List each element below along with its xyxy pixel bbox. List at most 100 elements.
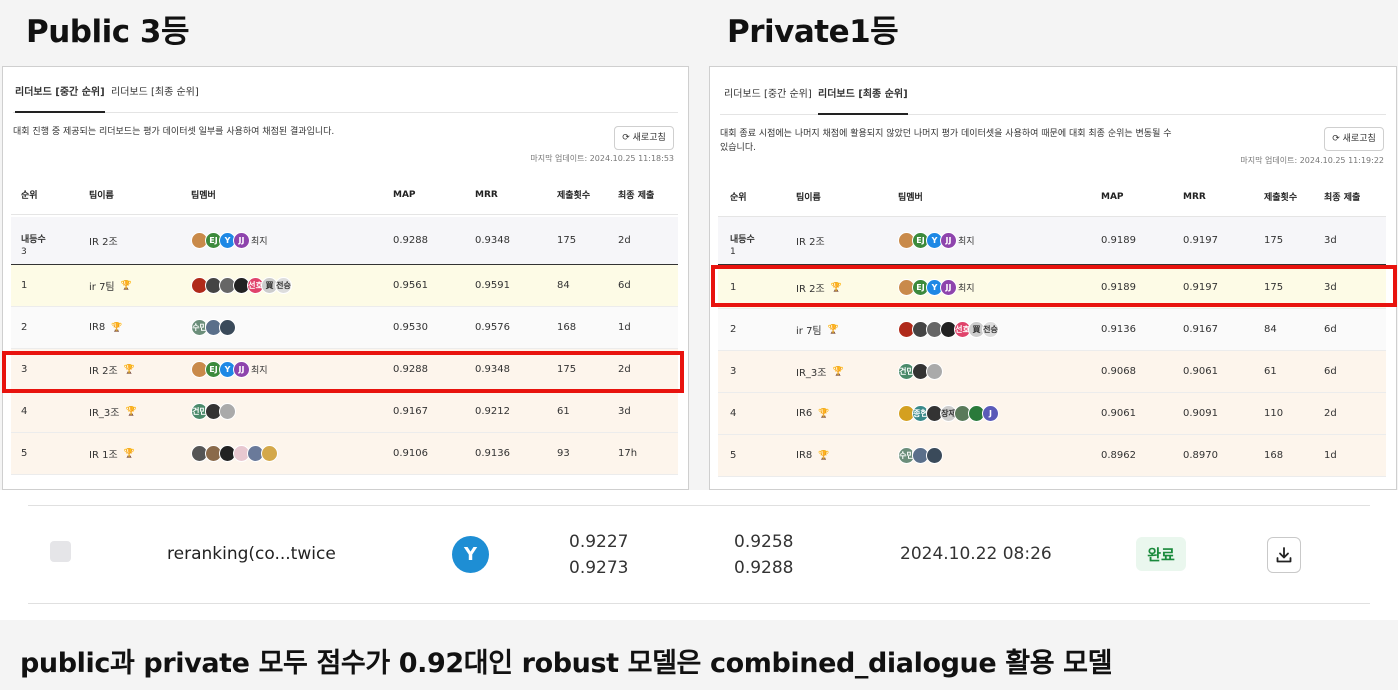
team-members: 건민	[898, 351, 943, 392]
avatar: 전승	[275, 277, 292, 294]
team-members: EJ Y JJ 최지	[898, 217, 975, 264]
col-mrr: MRR	[1183, 191, 1206, 202]
avatar: 전승	[982, 321, 999, 338]
leaderboard-panel-public: 리더보드 [중간 순위] 리더보드 [최종 순위] 대회 진행 중 제공되는 리…	[2, 66, 689, 490]
trophy-icon: 🏆	[818, 450, 830, 461]
last-submission: 17h	[618, 448, 638, 459]
col-map: MAP	[393, 189, 416, 200]
table-header: 순위 팀이름 팀멤버 MAP MRR 제출횟수 최종 제출	[11, 175, 678, 215]
mrr-score: 0.9576	[475, 322, 510, 333]
team-name: IR 2조	[89, 237, 118, 248]
team-name: ir 7팀	[89, 282, 115, 293]
mrr-score: 0.9091	[1183, 408, 1218, 419]
trophy-icon: 🏆	[125, 406, 137, 417]
map-score: 0.9167	[393, 406, 428, 417]
tab-final[interactable]: 리더보드 [최종 순위]	[818, 75, 908, 115]
select-checkbox[interactable]	[50, 541, 71, 562]
my-rank-label: 내등수	[730, 234, 755, 245]
map-score: 0.9189	[1101, 235, 1136, 246]
trophy-icon: 🏆	[832, 366, 844, 377]
mrr-score: 0.9348	[475, 235, 510, 246]
submission-count: 61	[1264, 366, 1277, 377]
table-row: 3 IR_3조 🏆 건민 0.9068 0.9061 61 6d	[718, 351, 1386, 393]
rank: 3	[730, 366, 737, 377]
public-map: 0.9227	[569, 532, 629, 552]
highlight-box-private	[711, 265, 1397, 307]
last-updated: 마지막 업데이트: 2024.10.25 11:19:22	[1240, 156, 1384, 165]
col-rank: 순위	[21, 191, 38, 201]
last-submission: 3d	[1324, 235, 1337, 246]
public-heading: Public 3등	[26, 14, 190, 50]
my-rank-label: 내등수	[21, 234, 46, 245]
col-mrr: MRR	[475, 189, 498, 200]
team-name: IR6	[796, 408, 813, 419]
col-last: 최종 제출	[618, 191, 655, 201]
submission-name[interactable]: reranking(co...twice	[167, 544, 336, 564]
team-name: IR8	[796, 450, 813, 461]
public-mrr: 0.9258	[734, 532, 794, 552]
rank: 1	[21, 280, 28, 291]
tab-final[interactable]: 리더보드 [최종 순위]	[111, 73, 199, 113]
tab-bar: 리더보드 [중간 순위] 리더보드 [최종 순위]	[13, 73, 678, 113]
team-members: 선호 買 전승	[898, 309, 999, 350]
map-score: 0.8962	[1101, 450, 1136, 461]
refresh-button[interactable]: ⟳ 새로고침	[614, 126, 674, 150]
mrr-score: 0.9212	[475, 406, 510, 417]
avatar: J	[982, 405, 999, 422]
submission-count: 93	[557, 448, 570, 459]
submission-count: 61	[557, 406, 570, 417]
avatar-name: 최지	[958, 237, 975, 247]
last-submission: 3d	[618, 406, 631, 417]
table-row: 1 ir 7팀 🏆 선호 買 전승 0.9561 0.9591 84 6d	[11, 265, 678, 307]
team-members: 수민	[898, 435, 943, 476]
map-score: 0.9068	[1101, 366, 1136, 377]
team-members: EJ Y JJ 최지	[191, 217, 268, 264]
submission-count: 175	[1264, 235, 1284, 246]
last-submission: 1d	[618, 322, 631, 333]
rank: 2	[21, 322, 28, 333]
table-row: 4 IR_3조 🏆 건민 0.9167 0.9212 61 3d	[11, 391, 678, 433]
status-badge: 완료	[1136, 537, 1186, 571]
refresh-button[interactable]: ⟳ 새로고침	[1324, 127, 1384, 151]
submission-date: 2024.10.22 08:26	[900, 544, 1052, 564]
tab-interim[interactable]: 리더보드 [중간 순위]	[724, 75, 812, 115]
col-team: 팀이름	[89, 191, 114, 201]
col-members: 팀멤버	[191, 191, 216, 201]
table-header: 순위 팀이름 팀멤버 MAP MRR 제출횟수 최종 제출	[718, 177, 1386, 217]
last-submission: 2d	[618, 235, 631, 246]
table-row: 2 IR8 🏆 수민 0.9530 0.9576 168 1d	[11, 307, 678, 349]
map-scores: 0.9227 0.9273	[569, 529, 628, 581]
col-team: 팀이름	[796, 193, 821, 203]
rank: 5	[21, 448, 28, 459]
tab-interim[interactable]: 리더보드 [중간 순위]	[15, 73, 105, 113]
highlight-box-public	[2, 351, 684, 393]
avatar	[926, 447, 943, 464]
rank: 5	[730, 450, 737, 461]
refresh-icon: ⟳	[622, 133, 630, 143]
avatar: JJ	[233, 232, 250, 249]
trophy-icon: 🏆	[111, 322, 123, 333]
refresh-icon: ⟳	[1332, 134, 1340, 144]
team-name: ir 7팀	[796, 326, 822, 337]
avatar-name: 최지	[251, 237, 268, 247]
download-icon	[1276, 547, 1292, 563]
avatar: JJ	[940, 232, 957, 249]
my-rank-row: 내등수 3 IR 2조 EJ Y JJ 최지 0.9288 0.9348 175 …	[11, 217, 678, 265]
table-row: 4 IR6 🏆 종현 장재 J 0.9061 0.9091 110 2d	[718, 393, 1386, 435]
caption: public과 private 모두 점수가 0.92대인 robust 모델은…	[20, 648, 1113, 679]
team-name: IR 2조	[796, 237, 825, 248]
trophy-icon: 🏆	[818, 408, 830, 419]
last-submission: 6d	[1324, 366, 1337, 377]
map-score: 0.9288	[393, 235, 428, 246]
submission-count: 175	[557, 235, 577, 246]
leaderboard-description: 대회 종료 시점에는 나머지 채점에 활용되지 않았던 나머지 평가 데이터셋을…	[720, 129, 1172, 153]
download-button[interactable]	[1267, 537, 1301, 573]
last-submission: 6d	[1324, 324, 1337, 335]
my-rank: 3	[21, 246, 27, 257]
map-score: 0.9136	[1101, 324, 1136, 335]
mrr-score: 0.9197	[1183, 235, 1218, 246]
submission-count: 84	[1264, 324, 1277, 335]
team-members: 선호 買 전승	[191, 265, 292, 306]
col-rank: 순위	[730, 193, 747, 203]
private-heading: Private1등	[727, 14, 899, 50]
